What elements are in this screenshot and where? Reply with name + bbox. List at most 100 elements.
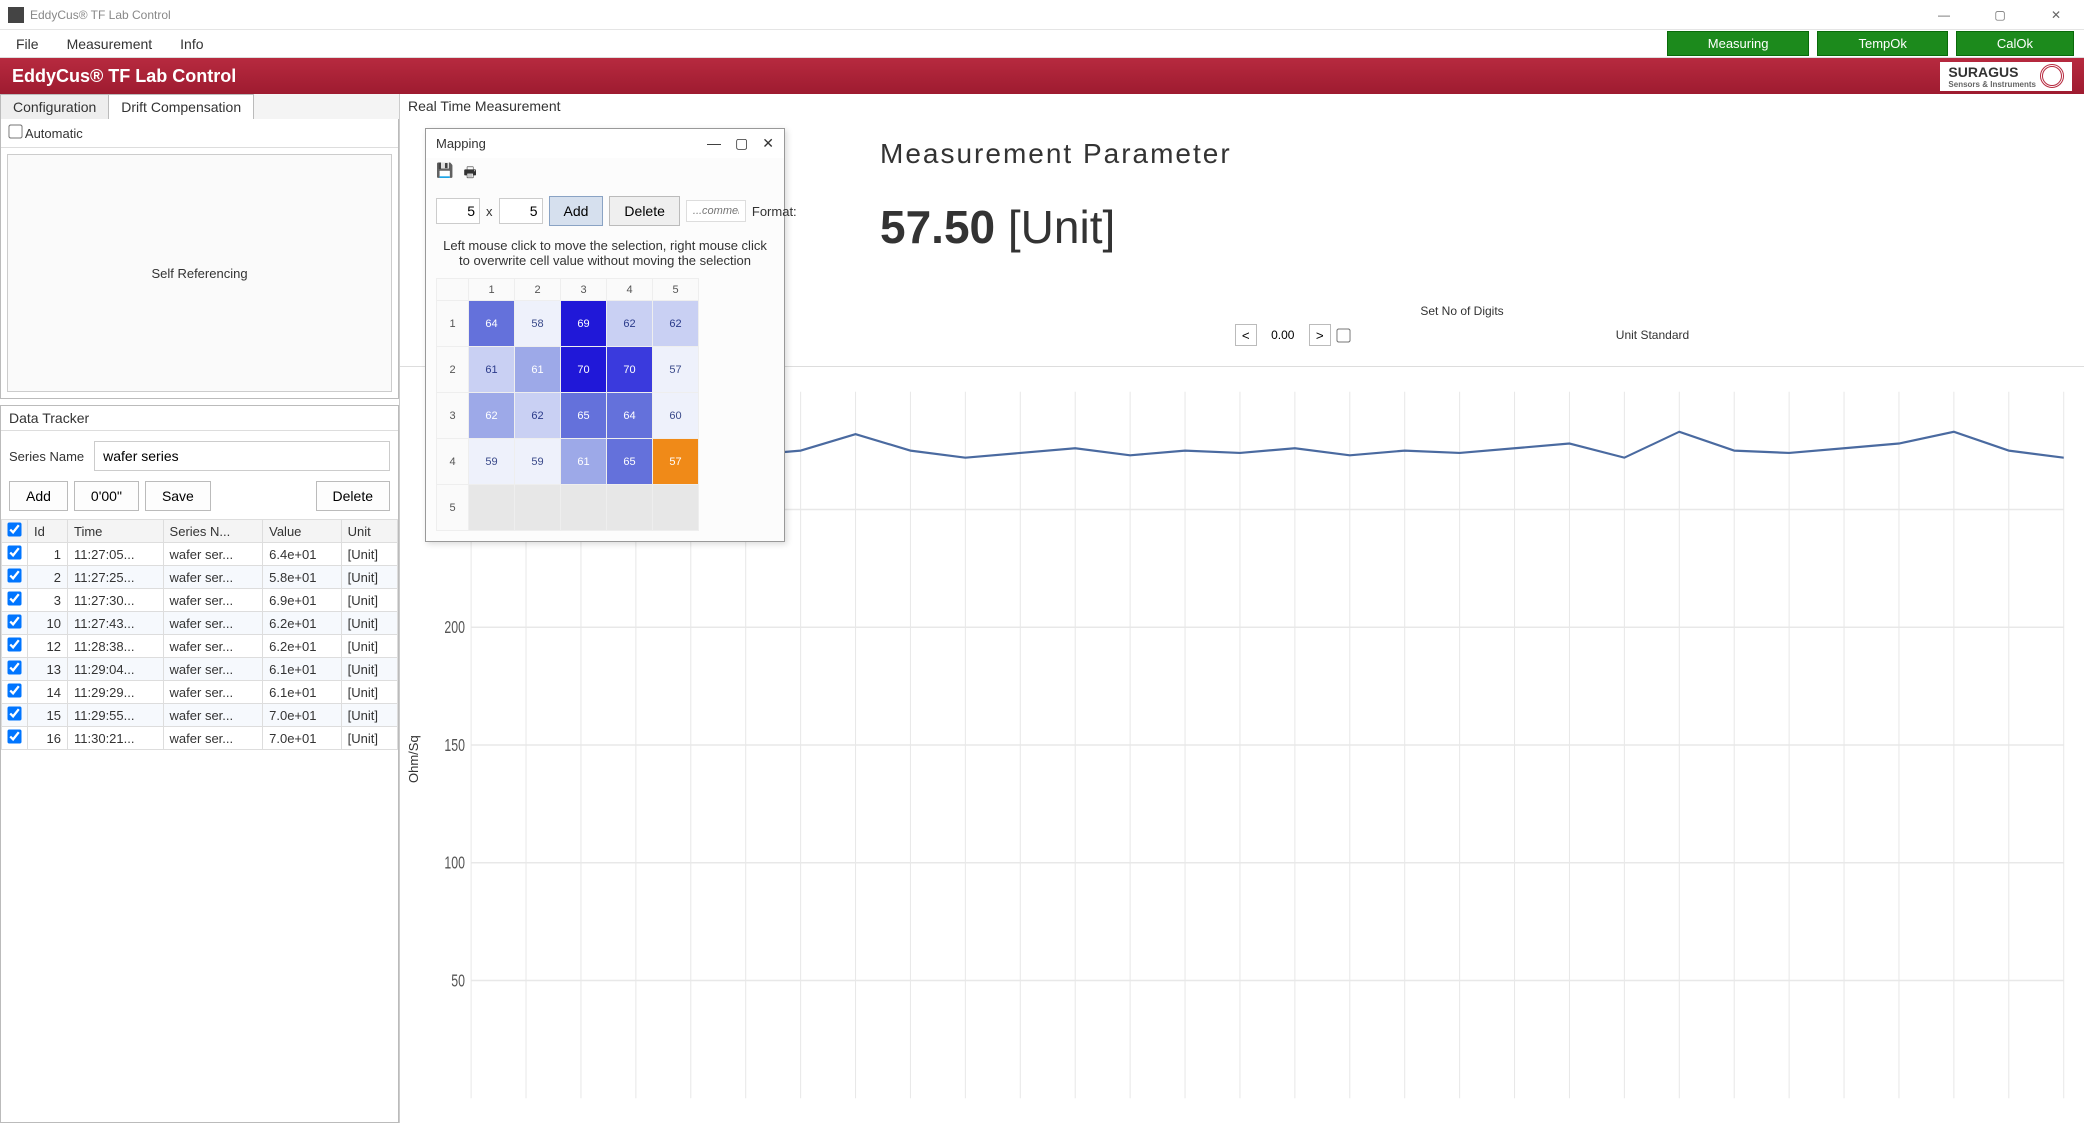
menu-file[interactable]: File xyxy=(10,34,45,54)
grid-cell[interactable] xyxy=(515,485,561,531)
row-checkbox[interactable] xyxy=(7,591,21,605)
grid-cell[interactable]: 70 xyxy=(607,347,653,393)
col-unit[interactable]: Unit xyxy=(341,520,397,543)
col-time[interactable]: Time xyxy=(68,520,164,543)
table-row[interactable]: 3 11:27:30... wafer ser... 6.9e+01 [Unit… xyxy=(2,589,398,612)
table-row[interactable]: 10 11:27:43... wafer ser... 6.2e+01 [Uni… xyxy=(2,612,398,635)
cell-id: 2 xyxy=(28,566,68,589)
print-icon[interactable]: 🖶 xyxy=(463,162,476,186)
grid-cell[interactable]: 62 xyxy=(607,301,653,347)
mapping-grid[interactable]: 1234516458696262261617070573626265646045… xyxy=(436,278,699,531)
table-row[interactable]: 16 11:30:21... wafer ser... 7.0e+01 [Uni… xyxy=(2,727,398,750)
measurement-unit: [Unit] xyxy=(1008,201,1115,253)
cell-value: 6.1e+01 xyxy=(263,658,341,681)
brand-name: SURAGUS xyxy=(1948,64,2018,80)
save-icon[interactable]: 💾 xyxy=(436,162,453,186)
save-button[interactable]: Save xyxy=(145,481,211,511)
series-name-input[interactable] xyxy=(94,441,390,471)
col-value[interactable]: Value xyxy=(263,520,341,543)
grid-row-header: 4 xyxy=(437,439,469,485)
cell-value: 6.9e+01 xyxy=(263,589,341,612)
mapping-add-button[interactable]: Add xyxy=(549,196,604,226)
col-id[interactable]: Id xyxy=(28,520,68,543)
grid-cell[interactable]: 64 xyxy=(469,301,515,347)
dialog-minimize-icon[interactable]: — xyxy=(707,135,721,152)
window-close-icon[interactable]: ✕ xyxy=(2036,8,2076,22)
grid-cell[interactable]: 61 xyxy=(469,347,515,393)
grid-cell[interactable]: 69 xyxy=(561,301,607,347)
grid-cell[interactable]: 64 xyxy=(607,393,653,439)
cell-time: 11:30:21... xyxy=(68,727,164,750)
grid-cell[interactable] xyxy=(561,485,607,531)
header-checkbox[interactable] xyxy=(7,522,21,536)
table-row[interactable]: 12 11:28:38... wafer ser... 6.2e+01 [Uni… xyxy=(2,635,398,658)
appbar: EddyCus® TF Lab Control SURAGUS Sensors … xyxy=(0,58,2084,94)
dialog-close-icon[interactable]: ✕ xyxy=(762,135,774,152)
cell-series: wafer ser... xyxy=(163,658,263,681)
svg-text:100: 100 xyxy=(444,854,465,874)
delete-button[interactable]: Delete xyxy=(316,481,390,511)
row-checkbox[interactable] xyxy=(7,637,21,651)
row-checkbox[interactable] xyxy=(7,614,21,628)
zero-timer-button[interactable]: 0'00" xyxy=(74,481,139,511)
tab-configuration[interactable]: Configuration xyxy=(0,94,109,119)
grid-cell[interactable]: 58 xyxy=(515,301,561,347)
grid-cell[interactable]: 60 xyxy=(653,393,699,439)
automatic-checkbox-label[interactable]: Automatic xyxy=(9,126,83,141)
col-check[interactable] xyxy=(2,520,28,543)
grid-cell[interactable]: 65 xyxy=(607,439,653,485)
self-referencing-box[interactable]: Self Referencing xyxy=(7,154,392,392)
automatic-checkbox[interactable] xyxy=(8,124,22,138)
mapping-format-label: Format: xyxy=(752,204,797,219)
cell-series: wafer ser... xyxy=(163,681,263,704)
mapping-delete-button[interactable]: Delete xyxy=(609,196,679,226)
grid-cell[interactable]: 65 xyxy=(561,393,607,439)
window-minimize-icon[interactable]: — xyxy=(1924,8,1964,22)
digits-checkbox[interactable] xyxy=(1336,328,1350,342)
brand-sub: Sensors & Instruments xyxy=(1948,80,2036,89)
series-name-label: Series Name xyxy=(9,449,84,464)
mapping-comment-input[interactable] xyxy=(686,200,746,222)
window-maximize-icon[interactable]: ▢ xyxy=(1980,8,2020,22)
grid-cell[interactable]: 61 xyxy=(561,439,607,485)
add-measurement-button[interactable]: Add xyxy=(9,481,68,511)
grid-cell[interactable]: 59 xyxy=(469,439,515,485)
table-row[interactable]: 1 11:27:05... wafer ser... 6.4e+01 [Unit… xyxy=(2,543,398,566)
menu-measurement[interactable]: Measurement xyxy=(61,34,159,54)
grid-cell[interactable]: 62 xyxy=(515,393,561,439)
grid-row-header: 1 xyxy=(437,301,469,347)
grid-cell[interactable]: 57 xyxy=(653,347,699,393)
grid-cell[interactable]: 59 xyxy=(515,439,561,485)
row-checkbox[interactable] xyxy=(7,545,21,559)
row-checkbox[interactable] xyxy=(7,660,21,674)
digits-increment-button[interactable]: > xyxy=(1309,324,1331,346)
col-series[interactable]: Series N... xyxy=(163,520,263,543)
grid-cell[interactable]: 61 xyxy=(515,347,561,393)
mapping-rows-input[interactable] xyxy=(436,198,480,224)
digits-value[interactable] xyxy=(1263,328,1303,342)
row-checkbox[interactable] xyxy=(7,706,21,720)
menu-info[interactable]: Info xyxy=(174,34,209,54)
grid-cell[interactable]: 62 xyxy=(469,393,515,439)
grid-cell[interactable]: 57 xyxy=(653,439,699,485)
dialog-maximize-icon[interactable]: ▢ xyxy=(735,135,748,152)
table-row[interactable]: 14 11:29:29... wafer ser... 6.1e+01 [Uni… xyxy=(2,681,398,704)
grid-cell[interactable] xyxy=(607,485,653,531)
row-checkbox[interactable] xyxy=(7,683,21,697)
row-checkbox[interactable] xyxy=(7,568,21,582)
mapping-cols-input[interactable] xyxy=(499,198,543,224)
table-row[interactable]: 2 11:27:25... wafer ser... 5.8e+01 [Unit… xyxy=(2,566,398,589)
grid-col-header: 5 xyxy=(653,279,699,301)
grid-cell[interactable] xyxy=(469,485,515,531)
digits-label: Set No of Digits xyxy=(880,304,2044,318)
grid-cell[interactable]: 62 xyxy=(653,301,699,347)
table-row[interactable]: 15 11:29:55... wafer ser... 7.0e+01 [Uni… xyxy=(2,704,398,727)
grid-cell[interactable] xyxy=(653,485,699,531)
grid-cell[interactable]: 70 xyxy=(561,347,607,393)
tab-drift-compensation[interactable]: Drift Compensation xyxy=(108,94,254,119)
cell-time: 11:29:04... xyxy=(68,658,164,681)
row-checkbox[interactable] xyxy=(7,729,21,743)
table-row[interactable]: 13 11:29:04... wafer ser... 6.1e+01 [Uni… xyxy=(2,658,398,681)
cell-value: 6.1e+01 xyxy=(263,681,341,704)
digits-decrement-button[interactable]: < xyxy=(1235,324,1257,346)
